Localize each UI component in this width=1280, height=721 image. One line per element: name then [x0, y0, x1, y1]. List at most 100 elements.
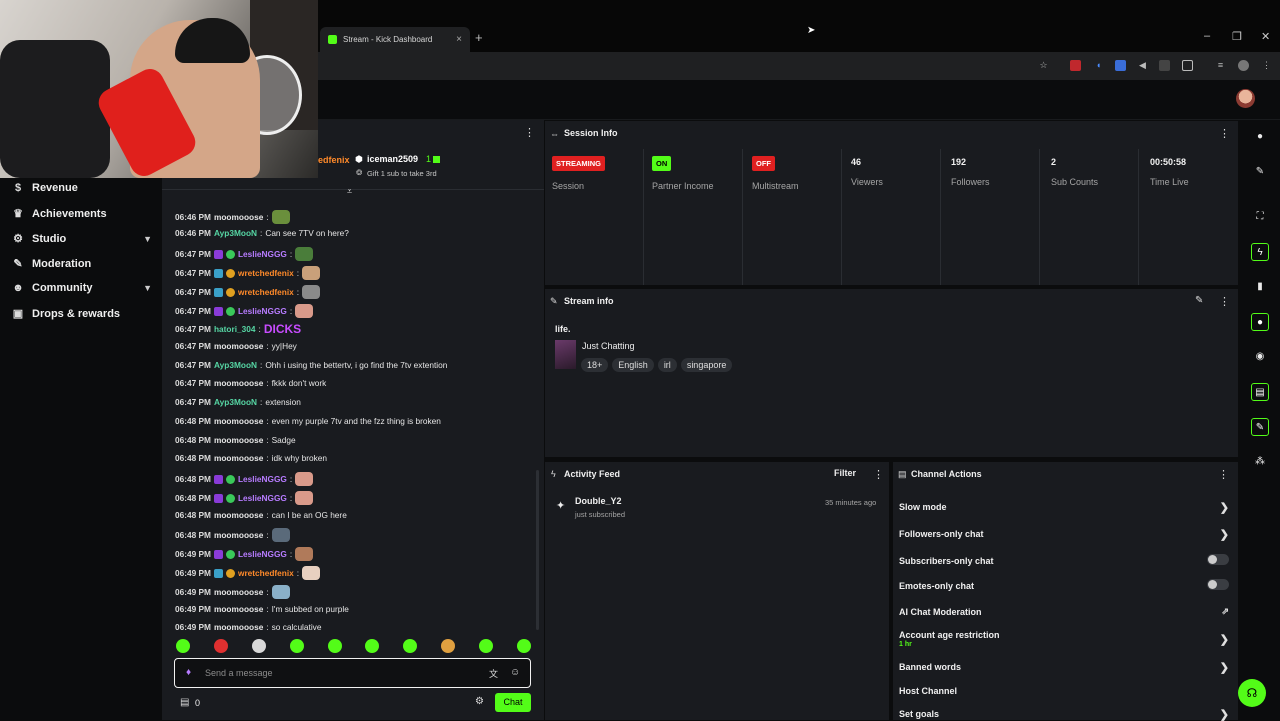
message-username[interactable]: LeslieNGGG: [238, 306, 287, 316]
host-channel-action[interactable]: Host Channel: [899, 686, 1229, 696]
emote-icon[interactable]: [289, 639, 304, 653]
session-menu-icon[interactable]: ⋮: [1219, 127, 1230, 140]
stream-info-menu-icon[interactable]: ⋮: [1219, 295, 1230, 308]
emote-icon[interactable]: [441, 639, 456, 653]
info-icon[interactable]: ●: [1251, 128, 1269, 146]
restore-button[interactable]: ❐: [1232, 30, 1242, 43]
document-icon[interactable]: ▮: [1251, 278, 1269, 296]
chevron-down-icon: ▼: [143, 283, 152, 293]
edit-icon[interactable]: ✎: [1251, 163, 1269, 181]
emote-icon[interactable]: [327, 639, 342, 653]
dollar-icon: $: [14, 182, 22, 194]
message-placeholder: Send a message: [205, 668, 273, 678]
volume-icon[interactable]: ◀: [1137, 60, 1148, 71]
activity-menu-icon[interactable]: ⋮: [873, 468, 884, 481]
message-username[interactable]: wretchedfenix: [238, 568, 294, 578]
avatar[interactable]: [1236, 89, 1255, 108]
minimize-button[interactable]: –: [1204, 30, 1210, 42]
extension-icon[interactable]: ◖: [1093, 60, 1104, 71]
extension-icon[interactable]: [1159, 60, 1170, 71]
message-username[interactable]: moomooose: [214, 435, 263, 445]
chat-message: 06:49 PM wretchedfenix:: [175, 566, 321, 580]
extension-icon[interactable]: [1115, 60, 1126, 71]
fullscreen-icon[interactable]: ⛶: [1251, 208, 1269, 226]
message-username[interactable]: moomooose: [214, 622, 263, 632]
emote-icon[interactable]: [213, 639, 228, 653]
edit-pencil-icon[interactable]: ✎: [1195, 295, 1203, 306]
message-username[interactable]: LeslieNGGG: [238, 549, 287, 559]
scroll-down-icon[interactable]: ⩡: [347, 186, 352, 197]
emoji-icon[interactable]: ☺: [510, 667, 520, 678]
slow-mode-action[interactable]: Slow mode ❯: [899, 502, 1229, 514]
sidebar-item-studio[interactable]: ⚙ Studio ▼: [12, 232, 152, 246]
message-username[interactable]: moomooose: [214, 378, 263, 388]
followers-only-action[interactable]: Followers-only chat ❯: [899, 529, 1229, 541]
emote-icon[interactable]: [176, 639, 190, 653]
ai-moderation-action[interactable]: AI Chat Moderation ⇗: [899, 606, 1229, 617]
message-username[interactable]: moomooose: [214, 587, 263, 597]
lightning-icon[interactable]: ϟ: [1251, 243, 1269, 261]
sidebar-item-drops-rewards[interactable]: ▣ Drops & rewards: [12, 307, 152, 321]
message-username[interactable]: Ayp3MooN: [214, 228, 257, 238]
emote-icon[interactable]: [403, 639, 418, 653]
message-username[interactable]: LeslieNGGG: [238, 249, 287, 259]
close-window-button[interactable]: ✕: [1261, 30, 1270, 43]
filter-button[interactable]: Filter: [834, 468, 856, 478]
extensions-puzzle-icon[interactable]: [1182, 60, 1193, 71]
message-timestamp: 06:47 PM: [175, 324, 211, 334]
emote-icon[interactable]: [479, 639, 493, 653]
emote-icon[interactable]: [251, 639, 266, 653]
help-button[interactable]: ☊: [1238, 679, 1266, 707]
category-name[interactable]: Just Chatting: [582, 341, 635, 351]
emotes-only-toggle[interactable]: [1207, 579, 1229, 590]
divider: [643, 149, 644, 285]
reading-list-icon[interactable]: ≡: [1215, 60, 1226, 71]
sidebar-item-achievements[interactable]: ♛ Achievements: [12, 207, 152, 221]
broadcast-icon[interactable]: ◉: [1251, 348, 1269, 366]
subscribers-only-toggle[interactable]: [1207, 554, 1229, 565]
share-icon[interactable]: ⁂: [1251, 453, 1269, 471]
chat-scrollbar[interactable]: [536, 470, 539, 630]
set-goals-action[interactable]: Set goals ❯: [899, 709, 1229, 721]
browser-tab[interactable]: Stream - Kick Dashboard ×: [320, 27, 470, 52]
message-username[interactable]: moomooose: [214, 604, 263, 614]
message-username[interactable]: wretchedfenix: [238, 287, 294, 297]
close-tab-icon[interactable]: ×: [456, 34, 462, 45]
message-username[interactable]: hatori_304: [214, 324, 256, 334]
sidebar-item-moderation[interactable]: ✎ Moderation: [12, 257, 152, 271]
channel-actions-menu-icon[interactable]: ⋮: [1218, 468, 1229, 481]
profile-icon[interactable]: [1238, 60, 1249, 71]
layout-icon[interactable]: ▤: [1251, 383, 1269, 401]
message-username[interactable]: wretchedfenix: [238, 268, 294, 278]
message-username[interactable]: moomooose: [214, 212, 263, 222]
message-username[interactable]: moomooose: [214, 510, 263, 520]
wrench-icon[interactable]: ✎: [1251, 418, 1269, 436]
emote-icon[interactable]: [516, 639, 531, 653]
account-age-action[interactable]: Account age restriction ❯ 1 hr: [899, 630, 1229, 648]
message-username[interactable]: Ayp3MooN: [214, 360, 257, 370]
message-username[interactable]: moomooose: [214, 530, 263, 540]
chat-bubble-icon[interactable]: ●: [1251, 313, 1269, 331]
message-username[interactable]: moomooose: [214, 341, 263, 351]
message-separator: :: [266, 587, 269, 597]
browser-menu-icon[interactable]: ⋮: [1261, 60, 1272, 71]
extension-icon[interactable]: [1070, 60, 1081, 71]
message-username[interactable]: moomooose: [214, 453, 263, 463]
chat-menu-icon[interactable]: ⋮: [524, 126, 535, 139]
bookmark-star-icon[interactable]: ☆: [1038, 60, 1049, 71]
message-username[interactable]: Ayp3MooN: [214, 397, 257, 407]
send-chat-button[interactable]: Chat: [495, 693, 531, 712]
followers-label: Followers: [951, 177, 990, 187]
emote-icon[interactable]: [365, 639, 380, 653]
sidebar-item-revenue[interactable]: $ Revenue: [12, 182, 152, 194]
message-input[interactable]: ♦ Send a message 文 ☺: [174, 658, 531, 688]
message-username[interactable]: LeslieNGGG: [238, 474, 287, 484]
message-username[interactable]: LeslieNGGG: [238, 493, 287, 503]
banned-words-action[interactable]: Banned words ❯: [899, 662, 1229, 674]
address-bar[interactable]: [318, 52, 1280, 80]
chat-settings-icon[interactable]: ⚙: [475, 696, 484, 707]
translate-icon[interactable]: 文: [489, 667, 498, 680]
message-username[interactable]: moomooose: [214, 416, 263, 426]
new-tab-button[interactable]: +: [475, 30, 483, 45]
sidebar-item-community[interactable]: ☻ Community ▼: [12, 282, 152, 294]
